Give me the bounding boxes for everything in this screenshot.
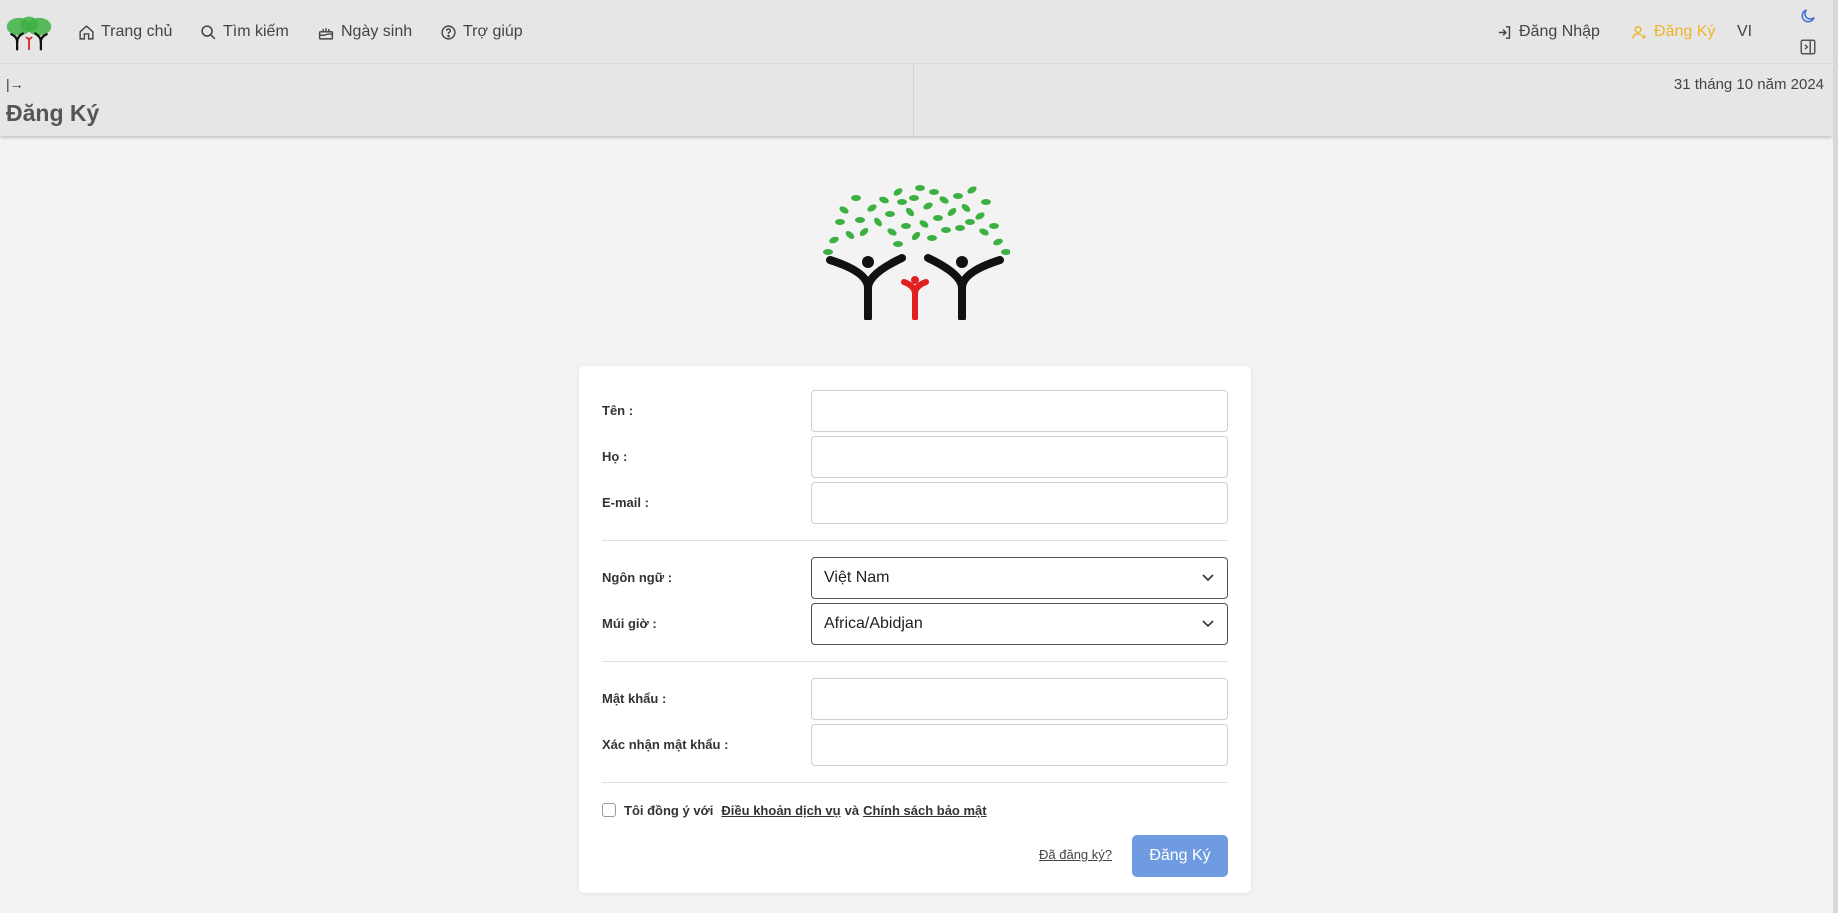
confirm-password-label: Xác nhận mật khẩu : [602, 737, 729, 752]
login-icon [1498, 25, 1511, 39]
nav-search[interactable]: Tìm kiếm [200, 21, 289, 43]
password-row: Mật khẩu : [602, 678, 1228, 720]
current-date: 31 tháng 10 năm 2024 [1673, 76, 1824, 93]
email-row: E-mail : [602, 482, 1228, 524]
language-switcher[interactable]: VI [1737, 21, 1752, 43]
password-label: Mật khẩu : [602, 691, 667, 706]
last-name-row: Họ : [602, 436, 1228, 478]
password-input[interactable] [811, 678, 1228, 720]
terms-prefix: Tôi đồng ý với [624, 802, 714, 818]
register-submit-button[interactable]: Đăng Ký [1132, 835, 1228, 877]
page-title: Đăng Ký [6, 100, 100, 126]
nav-search-label: Tìm kiếm [223, 23, 289, 40]
first-name-input[interactable] [811, 390, 1228, 432]
site-logo[interactable] [5, 14, 53, 52]
search-icon [201, 24, 216, 39]
vertical-scrollbar[interactable] [1833, 0, 1838, 913]
terms-of-service-link[interactable]: Điều khoản dịch vụ [721, 803, 840, 818]
nav-birthday-label: Ngày sinh [341, 23, 413, 40]
chevron-down-icon [1202, 574, 1214, 582]
chevron-down-icon [1202, 620, 1214, 628]
top-navbar: Trang chủ Tìm kiếm Ngày sinh Trợ giúp Đă… [0, 0, 1838, 64]
section-divider [602, 661, 1228, 662]
language-code: VI [1737, 23, 1753, 40]
last-name-input[interactable] [811, 436, 1228, 478]
email-input[interactable] [811, 482, 1228, 524]
already-registered-link[interactable]: Đã đăng ký? [1039, 847, 1112, 862]
language-select[interactable]: Việt Nam [811, 557, 1228, 599]
help-icon [441, 24, 456, 40]
collapse-sidebar-button[interactable]: |→ [6, 76, 24, 92]
nav-home[interactable]: Trang chủ [78, 21, 172, 43]
page-header: |→ Đăng Ký 31 tháng 10 năm 2024 [0, 64, 1832, 136]
timezone-select[interactable]: Africa/Abidjan [811, 603, 1228, 645]
sidebar-toggle-icon[interactable] [1799, 38, 1817, 56]
language-row: Ngôn ngữ : Việt Nam [602, 557, 1228, 599]
timezone-label: Múi giờ : [602, 616, 657, 631]
email-label: E-mail : [602, 495, 649, 510]
first-name-label: Tên : [602, 403, 634, 418]
confirm-password-input[interactable] [811, 724, 1228, 766]
section-divider [602, 540, 1228, 541]
header-divider [913, 64, 914, 136]
login-label: Đăng Nhập [1519, 23, 1600, 40]
confirm-password-row: Xác nhận mật khẩu : [602, 724, 1228, 766]
timezone-row: Múi giờ : Africa/Abidjan [602, 603, 1228, 645]
last-name-label: Họ : [602, 449, 628, 464]
register-link[interactable]: Đăng Ký [1631, 21, 1715, 43]
terms-row: Tôi đồng ý với Điều khoản dịch vụ và Chí… [602, 798, 987, 822]
user-plus-icon [1632, 25, 1646, 39]
terms-checkbox[interactable] [602, 803, 616, 817]
register-label: Đăng Ký [1654, 23, 1716, 40]
cake-icon [318, 27, 334, 40]
language-select-value: Việt Nam [824, 569, 890, 586]
privacy-policy-link[interactable]: Chính sách bảo mật [863, 803, 987, 818]
first-name-row: Tên : [602, 390, 1228, 432]
language-label: Ngôn ngữ : [602, 570, 673, 585]
registration-form: Tên : Họ : E-mail : Ngôn ngữ : Việt Nam … [579, 366, 1251, 893]
nav-help-label: Trợ giúp [463, 23, 523, 40]
login-link[interactable]: Đăng Nhập [1496, 21, 1600, 43]
moon-icon[interactable] [1799, 7, 1817, 25]
timezone-select-value: Africa/Abidjan [824, 615, 923, 632]
nav-help[interactable]: Trợ giúp [440, 21, 523, 43]
home-icon [79, 24, 94, 40]
terms-and: và [844, 802, 860, 818]
nav-home-label: Trang chủ [101, 23, 173, 40]
section-divider [602, 782, 1228, 783]
nav-birthday[interactable]: Ngày sinh [317, 21, 412, 43]
brand-logo [823, 185, 1010, 320]
